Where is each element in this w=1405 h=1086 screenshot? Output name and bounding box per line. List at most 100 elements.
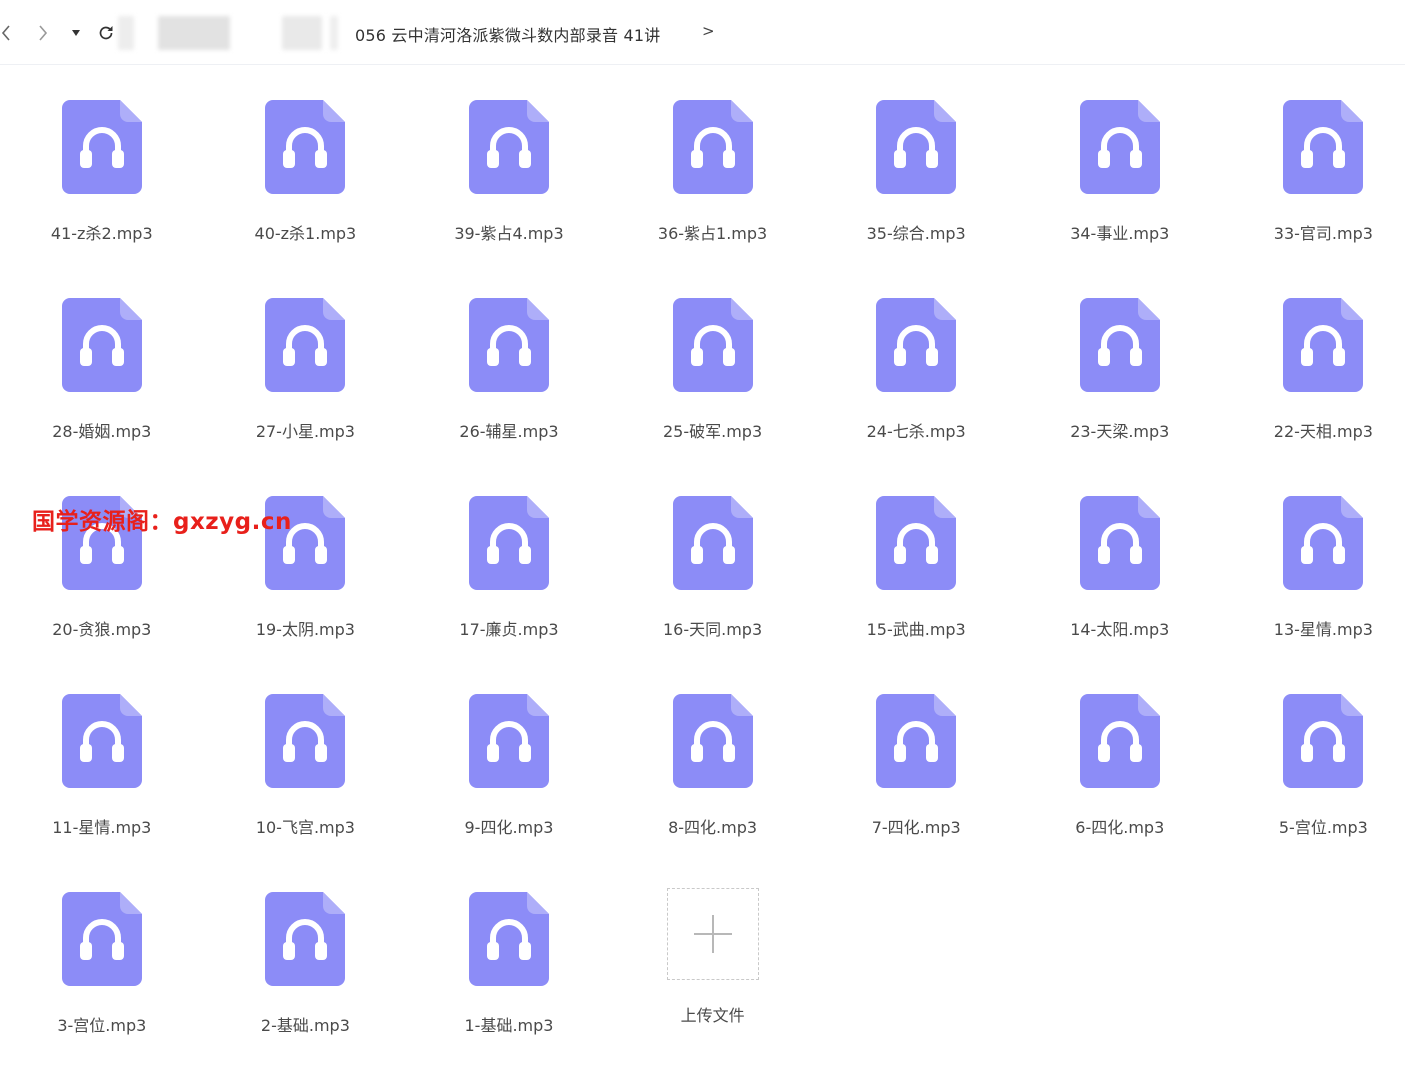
file-item[interactable]: 11-星情.mp3 — [0, 690, 204, 888]
file-name: 11-星情.mp3 — [52, 818, 152, 837]
headphones-icon — [61, 892, 142, 986]
file-item[interactable]: 36-紫占1.mp3 — [611, 96, 815, 294]
file-name: 23-天梁.mp3 — [1070, 422, 1170, 441]
file-name: 13-星情.mp3 — [1273, 620, 1373, 639]
file-name: 8-四化.mp3 — [668, 818, 758, 837]
file-name: 20-贪狼.mp3 — [52, 620, 152, 639]
file-item[interactable]: 3-宫位.mp3 — [0, 888, 204, 1086]
file-item[interactable]: 39-紫占4.mp3 — [407, 96, 611, 294]
file-name: 25-破军.mp3 — [663, 422, 763, 441]
file-name: 24-七杀.mp3 — [866, 422, 966, 441]
headphones-icon — [876, 298, 957, 392]
blurred-path-segment — [330, 16, 338, 50]
file-name: 27-小星.mp3 — [255, 422, 355, 441]
forward-button[interactable] — [34, 20, 52, 46]
file-name: 7-四化.mp3 — [871, 818, 961, 837]
headphones-icon — [265, 100, 346, 194]
headphones-icon — [672, 298, 753, 392]
headphones-icon — [1283, 298, 1364, 392]
upload-button[interactable] — [666, 888, 759, 980]
file-item[interactable]: 7-四化.mp3 — [814, 690, 1018, 888]
file-name: 26-辅星.mp3 — [459, 422, 559, 441]
file-item[interactable]: 20-贪狼.mp3 — [0, 492, 204, 690]
file-name: 17-廉贞.mp3 — [459, 620, 559, 639]
headphones-icon — [672, 694, 753, 788]
file-item[interactable]: 5-宫位.mp3 — [1222, 690, 1405, 888]
headphones-icon — [1079, 100, 1160, 194]
file-name: 6-四化.mp3 — [1075, 818, 1165, 837]
blurred-path-segment — [118, 16, 134, 50]
headphones-icon — [61, 298, 142, 392]
file-name: 34-事业.mp3 — [1070, 224, 1170, 243]
upload-label: 上传文件 — [680, 1006, 745, 1025]
headphones-icon — [1283, 694, 1364, 788]
file-name: 3-宫位.mp3 — [57, 1016, 147, 1035]
file-item[interactable]: 40-z杀1.mp3 — [204, 96, 408, 294]
file-item[interactable]: 28-婚姻.mp3 — [0, 294, 204, 492]
history-dropdown-button[interactable] — [68, 20, 84, 46]
file-item[interactable]: 16-天同.mp3 — [611, 492, 815, 690]
blurred-path-segment[interactable] — [158, 16, 230, 50]
file-item[interactable]: 33-官司.mp3 — [1222, 96, 1405, 294]
headphones-icon — [1079, 496, 1160, 590]
headphones-icon — [876, 100, 957, 194]
headphones-icon — [1283, 100, 1364, 194]
top-navigation-bar: 056 云中清河洛派紫微斗数内部录音 41讲 > — [0, 0, 1405, 65]
chevron-right-icon — [39, 25, 48, 41]
headphones-icon — [672, 100, 753, 194]
file-item[interactable]: 6-四化.mp3 — [1018, 690, 1222, 888]
headphones-icon — [1283, 496, 1364, 590]
file-name: 41-z杀2.mp3 — [50, 224, 153, 243]
file-item[interactable]: 22-天相.mp3 — [1222, 294, 1405, 492]
file-item[interactable]: 23-天梁.mp3 — [1018, 294, 1222, 492]
file-name: 9-四化.mp3 — [464, 818, 554, 837]
file-item[interactable]: 17-廉贞.mp3 — [407, 492, 611, 690]
file-name: 22-天相.mp3 — [1273, 422, 1373, 441]
file-name: 35-综合.mp3 — [866, 224, 966, 243]
file-item[interactable]: 14-太阳.mp3 — [1018, 492, 1222, 690]
file-name: 10-飞宫.mp3 — [255, 818, 355, 837]
file-name: 28-婚姻.mp3 — [52, 422, 152, 441]
file-name: 5-宫位.mp3 — [1278, 818, 1368, 837]
breadcrumb-more-arrow[interactable]: > — [702, 22, 715, 40]
file-item[interactable]: 35-综合.mp3 — [814, 96, 1018, 294]
file-item[interactable]: 34-事业.mp3 — [1018, 96, 1222, 294]
headphones-icon — [61, 100, 142, 194]
headphones-icon — [1079, 694, 1160, 788]
headphones-icon — [265, 298, 346, 392]
file-item[interactable]: 2-基础.mp3 — [204, 888, 408, 1086]
file-name: 2-基础.mp3 — [260, 1016, 350, 1035]
chevron-left-icon — [1, 25, 10, 41]
file-name: 19-太阴.mp3 — [255, 620, 355, 639]
headphones-icon — [265, 496, 346, 590]
plus-icon — [693, 915, 732, 953]
file-name: 15-武曲.mp3 — [866, 620, 966, 639]
file-item[interactable]: 8-四化.mp3 — [611, 690, 815, 888]
headphones-icon — [265, 892, 346, 986]
headphones-icon — [468, 496, 549, 590]
headphones-icon — [876, 496, 957, 590]
file-item[interactable]: 27-小星.mp3 — [204, 294, 408, 492]
file-name: 39-紫占4.mp3 — [454, 224, 564, 243]
headphones-icon — [468, 100, 549, 194]
file-name: 16-天同.mp3 — [663, 620, 763, 639]
upload-file-item[interactable]: 上传文件 — [611, 888, 815, 1086]
file-item[interactable]: 13-星情.mp3 — [1222, 492, 1405, 690]
file-item[interactable]: 9-四化.mp3 — [407, 690, 611, 888]
breadcrumb-current-folder[interactable]: 056 云中清河洛派紫微斗数内部录音 41讲 — [355, 22, 660, 46]
back-button[interactable] — [0, 20, 12, 46]
file-item[interactable]: 15-武曲.mp3 — [814, 492, 1018, 690]
refresh-button[interactable] — [94, 20, 118, 46]
file-item[interactable]: 19-太阴.mp3 — [204, 492, 408, 690]
caret-down-icon — [72, 30, 80, 36]
blurred-path-segment[interactable] — [282, 16, 322, 50]
headphones-icon — [468, 694, 549, 788]
file-item[interactable]: 26-辅星.mp3 — [407, 294, 611, 492]
file-item[interactable]: 25-破军.mp3 — [611, 294, 815, 492]
file-name: 36-紫占1.mp3 — [657, 224, 768, 243]
file-item[interactable]: 41-z杀2.mp3 — [0, 96, 204, 294]
file-item[interactable]: 1-基础.mp3 — [407, 888, 611, 1086]
file-name: 33-官司.mp3 — [1273, 224, 1373, 243]
file-item[interactable]: 10-飞宫.mp3 — [204, 690, 408, 888]
file-item[interactable]: 24-七杀.mp3 — [814, 294, 1018, 492]
